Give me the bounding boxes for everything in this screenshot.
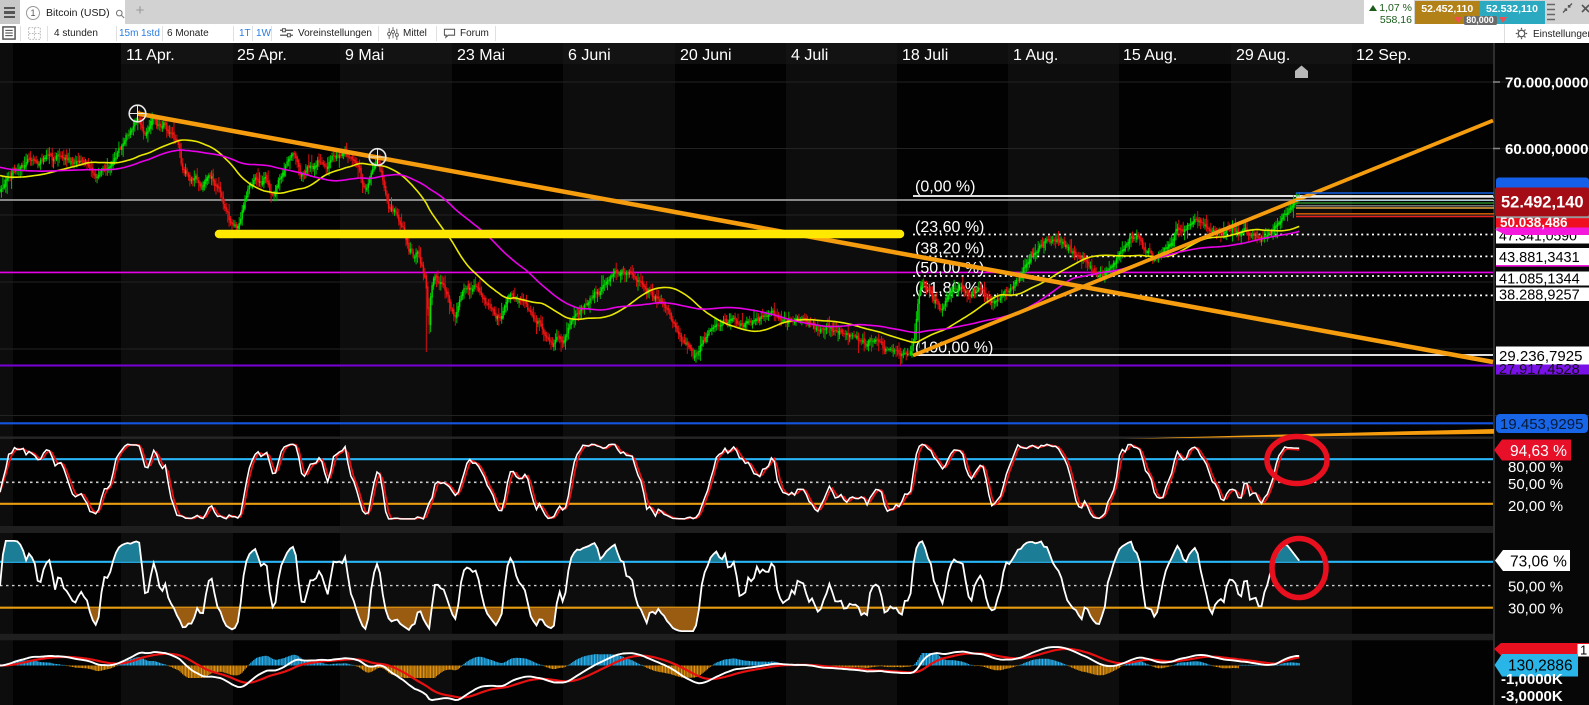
svg-text:23 Mai: 23 Mai	[457, 47, 505, 64]
svg-text:(0,00 %): (0,00 %)	[915, 179, 975, 196]
svg-text:19.453,9295: 19.453,9295	[1500, 416, 1583, 433]
svg-text:30,00 %: 30,00 %	[1508, 601, 1563, 618]
svg-text:12 Sep.: 12 Sep.	[1356, 47, 1411, 64]
svg-text:43.881,3431: 43.881,3431	[1499, 250, 1580, 266]
svg-text:20,00 %: 20,00 %	[1508, 498, 1563, 515]
svg-text:9 Mai: 9 Mai	[345, 47, 384, 64]
svg-text:27.917,4528: 27.917,4528	[1499, 362, 1580, 378]
svg-text:-1,0000K: -1,0000K	[1501, 671, 1563, 688]
svg-text:-3,0000K: -3,0000K	[1501, 688, 1563, 705]
svg-text:(23,60 %): (23,60 %)	[915, 219, 984, 236]
svg-text:1: 1	[1580, 643, 1587, 658]
svg-text:50.038,486: 50.038,486	[1500, 215, 1568, 230]
svg-text:41.085,1344: 41.085,1344	[1499, 272, 1580, 288]
svg-text:11 Apr.: 11 Apr.	[126, 47, 175, 64]
svg-text:(38,20 %): (38,20 %)	[915, 241, 984, 258]
svg-text:52.492,140: 52.492,140	[1501, 194, 1584, 212]
svg-text:29 Aug.: 29 Aug.	[1236, 47, 1290, 64]
svg-text:4 Juli: 4 Juli	[791, 47, 828, 64]
svg-text:70.000,0000: 70.000,0000	[1505, 75, 1588, 92]
svg-text:50,00 %: 50,00 %	[1508, 476, 1563, 493]
svg-text:50,00 %: 50,00 %	[1508, 579, 1563, 596]
svg-text:1 Aug.: 1 Aug.	[1013, 47, 1058, 64]
svg-text:94,63 %: 94,63 %	[1510, 443, 1567, 460]
svg-text:15 Aug.: 15 Aug.	[1123, 47, 1177, 64]
svg-text:73,06 %: 73,06 %	[1510, 554, 1567, 571]
svg-text:80,00 %: 80,00 %	[1508, 459, 1563, 476]
svg-text:60.000,0000: 60.000,0000	[1505, 141, 1588, 158]
svg-text:18 Juli: 18 Juli	[902, 47, 948, 64]
svg-text:6 Juni: 6 Juni	[568, 47, 611, 64]
svg-text:25 Apr.: 25 Apr.	[237, 47, 287, 64]
svg-text:38.288,9257: 38.288,9257	[1499, 287, 1580, 303]
svg-text:20 Juni: 20 Juni	[680, 47, 732, 64]
